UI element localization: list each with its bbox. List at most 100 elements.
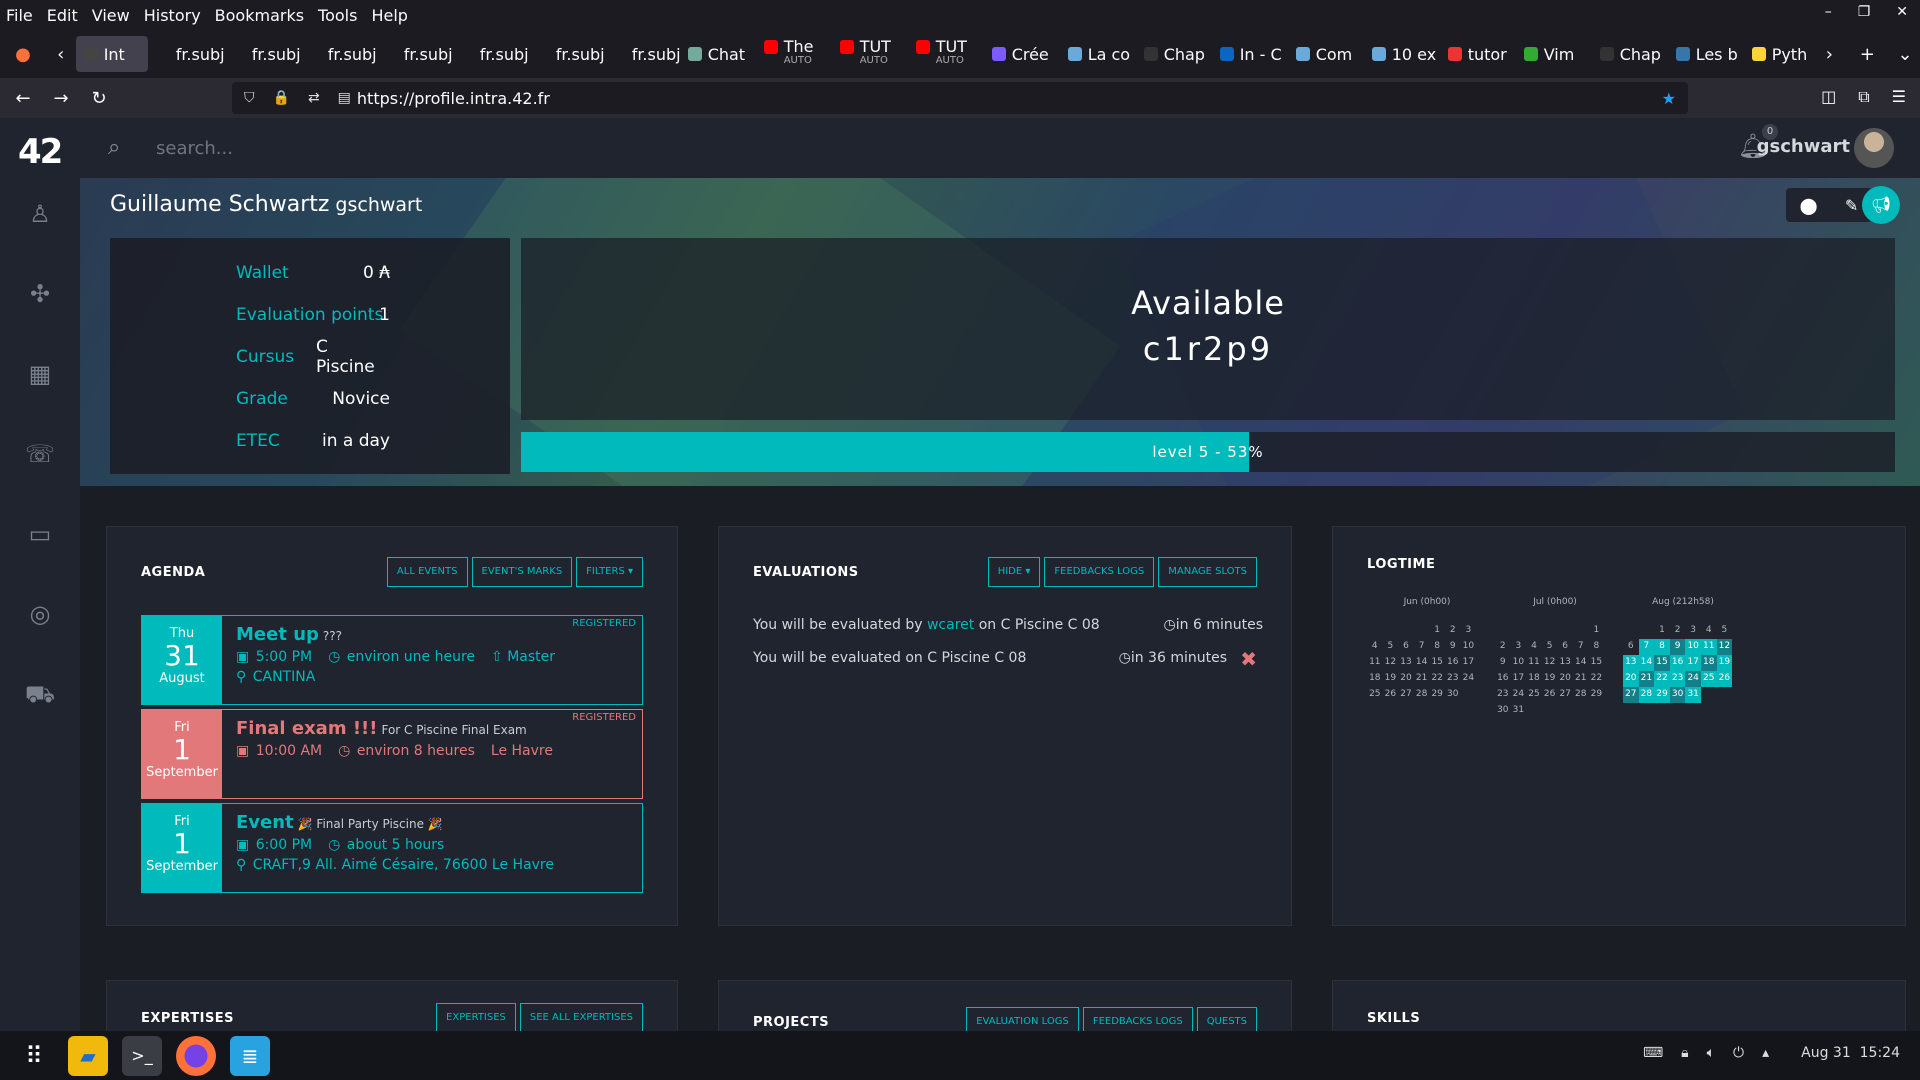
tray-expand-icon[interactable]: ▴ <box>1762 1045 1769 1061</box>
menu-item-file[interactable]: File <box>6 6 33 25</box>
profile-icon[interactable]: ♙ <box>24 198 56 230</box>
firefox-icon[interactable] <box>176 1035 216 1076</box>
quests-button[interactable]: QUESTS <box>1196 1007 1257 1031</box>
event-s-marks-button[interactable]: EVENT'S MARKS <box>471 557 573 587</box>
minimize-icon[interactable]: – <box>1825 4 1832 20</box>
browser-tab[interactable]: fr.subje <box>604 36 680 72</box>
edit-icon[interactable]: ✎ <box>1845 196 1858 215</box>
pocket-icon[interactable]: ◫ <box>1821 87 1836 107</box>
compass-icon[interactable]: ◎ <box>24 598 56 630</box>
power-icon[interactable]: ⏻ <box>1733 1045 1744 1061</box>
reader-icon[interactable]: ▤ <box>338 90 351 106</box>
terminal-icon[interactable]: >_ <box>122 1035 162 1076</box>
browser-tab[interactable]: fr.subje <box>452 36 528 72</box>
megaphone-icon[interactable]: 📢︎ <box>1862 186 1900 224</box>
menu-item-tools[interactable]: Tools <box>318 6 357 25</box>
browser-tab[interactable]: tutor <box>1440 36 1516 72</box>
menu-item-bookmarks[interactable]: Bookmarks <box>215 6 304 25</box>
event-title[interactable]: Meet up??? <box>236 624 628 645</box>
feedbacks-logs-button[interactable]: FEEDBACKS LOGS <box>1044 557 1155 587</box>
42-logo[interactable]: 42 <box>18 132 63 172</box>
browser-tab[interactable]: La co <box>1060 36 1136 72</box>
holy-graph-icon[interactable]: ✣ <box>24 278 56 310</box>
filters-button[interactable]: FILTERS ▾ <box>576 557 643 587</box>
notes-icon[interactable]: ≣ <box>230 1035 270 1076</box>
avatar[interactable] <box>1854 128 1894 168</box>
browser-tab[interactable]: TUT AUTO <box>908 36 984 72</box>
restore-icon[interactable]: ❐ <box>1858 4 1871 20</box>
feedbacks-logs-button[interactable]: FEEDBACKS LOGS <box>1082 1007 1193 1031</box>
back-icon[interactable]: ← <box>8 88 38 109</box>
browser-tab[interactable]: Com <box>1288 36 1364 72</box>
new-tab-icon[interactable]: + <box>1852 44 1882 65</box>
menu-item-edit[interactable]: Edit <box>47 6 78 25</box>
browser-tab[interactable]: 10 ex <box>1364 36 1440 72</box>
agenda-event[interactable]: Thu 31 August Meet up??? ▣ 5:00 PM ◷ environ … <box>141 615 643 705</box>
browser-tab[interactable]: Crée <box>984 36 1060 72</box>
browser-tab[interactable]: Chap <box>1592 36 1668 72</box>
tab-scroll-right-icon[interactable]: › <box>1814 44 1844 65</box>
lock-icon[interactable]: 🔒 <box>273 90 290 106</box>
event-title[interactable]: Event 🎉 Final Party Piscine 🎉 <box>236 812 628 833</box>
keyboard-icon[interactable]: ⌨ <box>1643 1045 1663 1061</box>
search-icon[interactable]: ⌕ <box>108 135 120 160</box>
extensions-icon[interactable]: ⧉ <box>1858 87 1869 107</box>
tab-scroll-left-icon[interactable]: ‹ <box>46 44 76 65</box>
info-key[interactable]: Cursus <box>236 347 316 367</box>
coalition-icon[interactable]: ⬤ <box>1800 196 1818 215</box>
close-icon[interactable]: ✕ <box>1896 4 1908 20</box>
menu-item-history[interactable]: History <box>144 6 201 25</box>
agenda-event[interactable]: Fri 1 September Event 🎉 Final Party Piscine … <box>141 803 643 893</box>
browser-tab[interactable]: Les b <box>1668 36 1744 72</box>
browser-tab[interactable]: Chap <box>1136 36 1212 72</box>
permissions-icon[interactable]: ⇄ <box>308 90 320 106</box>
firefox-view-icon[interactable]: ● <box>8 44 38 65</box>
shield-icon[interactable]: ⛉ <box>244 90 255 106</box>
browser-tab[interactable]: fr.subje <box>528 36 604 72</box>
hide-button[interactable]: HIDE ▾ <box>987 557 1041 587</box>
menu-icon[interactable]: ☰ <box>1892 87 1906 107</box>
lock-icon[interactable]: 🔒︎ <box>1681 1045 1688 1061</box>
reload-icon[interactable]: ↻ <box>84 88 114 109</box>
manage-slots-button[interactable]: MANAGE SLOTS <box>1158 557 1257 587</box>
info-key[interactable]: Grade <box>236 389 316 409</box>
menu-item-help[interactable]: Help <box>371 6 407 25</box>
forward-icon[interactable]: → <box>46 88 76 109</box>
url-bar[interactable]: ⛉ 🔒 ⇄ ▤ https://profile.intra.42.fr ★ <box>232 82 1688 114</box>
cancel-evaluation-icon[interactable]: ✖ <box>1240 647 1257 671</box>
browser-tab[interactable]: Vim <box>1516 36 1592 72</box>
files-icon[interactable]: ▰ <box>68 1035 108 1076</box>
clock[interactable]: Aug 31 15:24 <box>1801 1045 1900 1061</box>
browser-tab[interactable]: fr.subje <box>376 36 452 72</box>
volume-icon[interactable]: 🔈︎ <box>1707 1045 1715 1061</box>
info-key[interactable]: Wallet <box>236 263 316 283</box>
user-login[interactable]: gschwart <box>1757 136 1850 157</box>
shop-icon[interactable]: ⛟ <box>24 678 56 710</box>
expertises-button[interactable]: EXPERTISES <box>436 1003 516 1031</box>
forum-icon[interactable]: ☏ <box>24 438 56 470</box>
all-events-button[interactable]: ALL EVENTS <box>386 557 468 587</box>
browser-tab[interactable]: Chat <box>680 36 756 72</box>
browser-tab[interactable]: fr.subje <box>224 36 300 72</box>
browser-tab[interactable]: In - C <box>1212 36 1288 72</box>
browser-tab[interactable]: The AUTO <box>756 36 832 72</box>
bookmark-star-icon[interactable]: ★ <box>1662 89 1676 108</box>
evaluation-logs-button[interactable]: EVALUATION LOGS <box>966 1007 1079 1031</box>
evaluator-link[interactable]: wcaret <box>927 617 974 633</box>
companies-icon[interactable]: ▭ <box>24 518 56 550</box>
search-input[interactable] <box>156 134 756 162</box>
elearning-icon[interactable]: ▦ <box>24 358 56 390</box>
info-key[interactable]: ETEC <box>236 431 316 451</box>
agenda-event[interactable]: Fri 1 September Final exam !!! For C Piscine… <box>141 709 643 799</box>
list-tabs-icon[interactable]: ⌄ <box>1890 44 1920 65</box>
app-grid-icon[interactable]: ⠿ <box>14 1036 54 1076</box>
event-title[interactable]: Final exam !!! For C Piscine Final Exam <box>236 718 628 739</box>
menu-item-view[interactable]: View <box>92 6 130 25</box>
browser-tab[interactable]: Int <box>75 36 148 72</box>
browser-tab[interactable]: TUT AUTO <box>832 36 908 72</box>
see-all-expertises-button[interactable]: SEE ALL EXPERTISES <box>519 1003 643 1031</box>
browser-tab[interactable]: fr.subje <box>300 36 376 72</box>
browser-tab[interactable]: fr.subje <box>148 36 224 72</box>
info-key[interactable]: Evaluation points <box>236 305 383 325</box>
browser-tab[interactable]: Pyth <box>1744 36 1806 72</box>
